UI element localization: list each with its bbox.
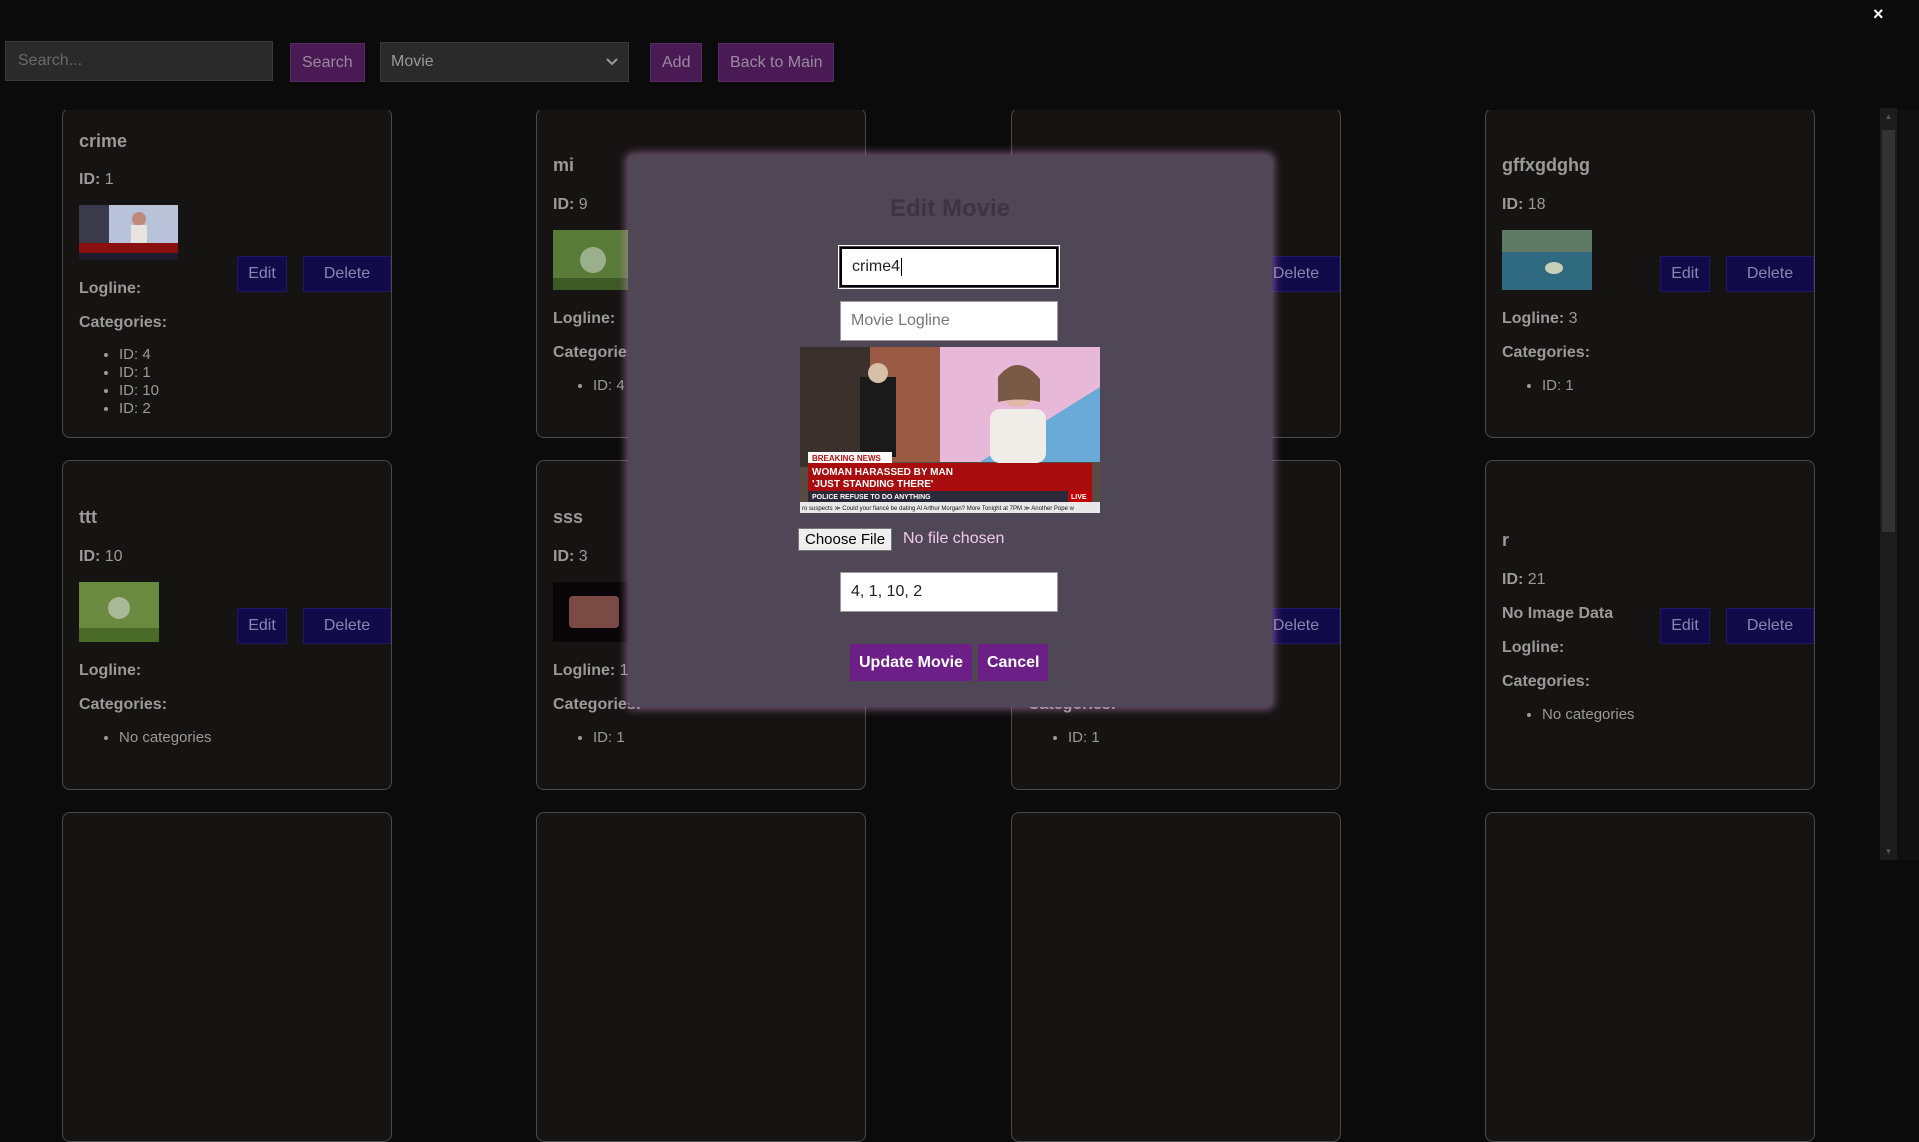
list-item: ID: 1 (1542, 377, 1574, 395)
list-item: ID: 1 (593, 729, 625, 747)
window-edge (1897, 0, 1919, 860)
card-category-list: ID: 1 (561, 729, 625, 747)
card-category-list: ID: 4 ID: 1 ID: 10 ID: 2 (87, 346, 159, 418)
card-thumbnail (1502, 230, 1592, 290)
movie-card (62, 812, 392, 1142)
preview-headline-2: 'JUST STANDING THERE' (812, 479, 933, 490)
card-title: mi (553, 155, 575, 175)
movie-card: ttt ID: 10 Edit Delete Logline: Categori… (62, 460, 392, 790)
search-button[interactable]: Search (290, 43, 365, 82)
movie-card: r ID: 21 No Image Data Edit Delete Logli… (1485, 460, 1815, 790)
scroll-thumb[interactable] (1882, 130, 1895, 532)
back-to-main-button[interactable]: Back to Main (718, 43, 835, 82)
list-item: ID: 4 (119, 346, 159, 364)
card-thumbnail (79, 582, 159, 642)
preview-subline: POLICE REFUSE TO DO ANYTHING (812, 494, 931, 501)
no-image-text: No Image Data (1502, 605, 1614, 622)
card-category-list: ID: 4 (561, 377, 625, 395)
card-title: sss (553, 507, 584, 527)
card-title: gffxgdghg (1502, 155, 1590, 175)
type-select-value: Movie (391, 53, 434, 70)
file-status-text: No file chosen (903, 530, 1005, 547)
card-category-list: No categories (87, 729, 212, 747)
list-item: No categories (1542, 706, 1635, 724)
list-item: ID: 10 (119, 382, 159, 400)
edit-button[interactable]: Edit (1660, 608, 1710, 644)
list-item: ID: 4 (593, 377, 625, 395)
scrollbar[interactable]: ▲ ▼ (1880, 108, 1897, 860)
card-thumbnail (553, 582, 633, 642)
preview-ticker: ro suspects ≫ Could your fiancé be datin… (802, 506, 1075, 512)
movie-card (1011, 812, 1341, 1142)
movie-card: gffxgdghg ID: 18 Edit Delete Logline: 3 … (1485, 108, 1815, 438)
edit-movie-modal: Edit Movie crime4 Movie Logline BREAKING… (628, 155, 1272, 707)
cancel-button[interactable]: Cancel (978, 644, 1049, 681)
card-logline: Logline: 1 (553, 662, 629, 679)
delete-button[interactable]: Delete (303, 608, 391, 644)
card-categories-label: Categories: (1502, 673, 1591, 690)
card-category-list: ID: 1 (1510, 377, 1574, 395)
card-logline: Logline: (79, 280, 142, 297)
update-movie-button[interactable]: Update Movie (850, 644, 973, 681)
card-logline: Logline: (79, 662, 142, 679)
movie-image-preview: BREAKING NEWS WOMAN HARASSED BY MAN 'JUS… (800, 347, 1100, 513)
top-toolbar: Search Movie Add Back to Main (0, 0, 1919, 110)
card-categories-label: Categories: (79, 696, 168, 713)
type-select[interactable]: Movie (380, 42, 629, 82)
card-id: ID: 9 (553, 196, 588, 213)
list-item: ID: 1 (119, 364, 159, 382)
delete-button[interactable]: Delete (1726, 256, 1814, 292)
card-id: ID: 21 (1502, 571, 1546, 588)
list-item: ID: 1 (1068, 729, 1100, 747)
scroll-up-arrow-icon[interactable]: ▲ (1880, 112, 1897, 121)
edit-button[interactable]: Edit (237, 608, 287, 644)
movie-logline-input[interactable]: Movie Logline (840, 301, 1058, 341)
edit-button[interactable]: Edit (237, 256, 287, 292)
close-icon[interactable]: × (1873, 4, 1884, 25)
list-item: No categories (119, 729, 212, 747)
card-id: ID: 3 (553, 548, 588, 565)
movie-card: crime ID: 1 Edit Delete Logline: Categor… (62, 108, 392, 438)
card-id: ID: 18 (1502, 196, 1546, 213)
card-title: crime (79, 131, 128, 151)
preview-headline-1: WOMAN HARASSED BY MAN (812, 467, 953, 478)
card-title: ttt (79, 507, 97, 527)
text-caret (901, 258, 903, 276)
preview-badge: BREAKING NEWS (812, 454, 882, 463)
card-categories-label: Categories: (79, 314, 168, 331)
list-item: ID: 2 (119, 400, 159, 418)
movie-card (1485, 812, 1815, 1142)
card-id: ID: 10 (79, 548, 123, 565)
card-logline: Logline: (1502, 639, 1565, 656)
movie-name-input[interactable]: crime4 (838, 245, 1060, 289)
modal-title: Edit Movie (889, 195, 1010, 222)
search-input[interactable] (5, 41, 273, 81)
card-id: ID: 1 (79, 171, 114, 188)
card-title: r (1502, 530, 1510, 550)
card-logline: Logline: (553, 310, 616, 327)
chevron-down-icon (606, 58, 618, 66)
choose-file-button[interactable]: Choose File (798, 528, 893, 551)
categories-input[interactable]: 4, 1, 10, 2 (840, 572, 1058, 612)
card-categories-label: Categories: (1502, 344, 1591, 361)
preview-live: LIVE (1071, 494, 1087, 501)
card-logline: Logline: 3 (1502, 310, 1578, 327)
edit-button[interactable]: Edit (1660, 256, 1710, 292)
movie-card (536, 812, 866, 1142)
card-thumbnail (79, 205, 178, 260)
scroll-down-arrow-icon[interactable]: ▼ (1880, 847, 1897, 856)
add-button[interactable]: Add (650, 43, 703, 82)
delete-button[interactable]: Delete (1726, 608, 1814, 644)
card-category-list: No categories (1510, 706, 1635, 724)
card-category-list: ID: 1 (1036, 729, 1100, 747)
delete-button[interactable]: Delete (303, 256, 391, 292)
